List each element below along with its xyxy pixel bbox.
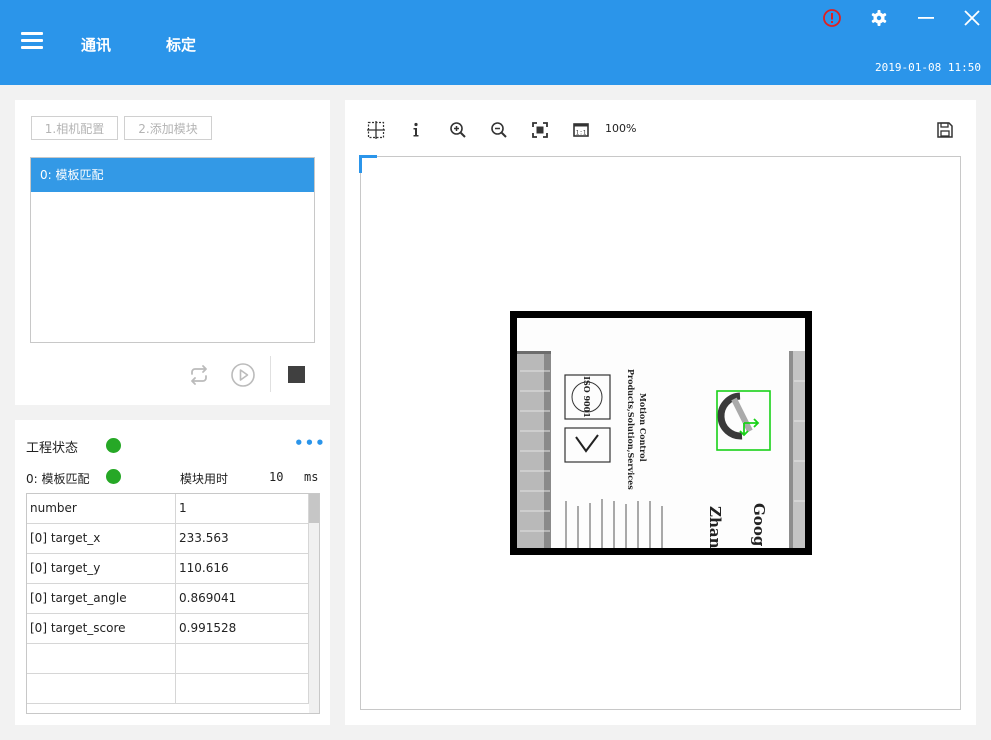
alert-icon[interactable] xyxy=(822,8,842,28)
close-icon[interactable] xyxy=(962,8,982,28)
project-status-indicator xyxy=(106,438,121,453)
save-icon[interactable] xyxy=(935,120,955,140)
table-cell-value: 233.563 xyxy=(176,524,309,553)
add-module-button[interactable]: 2.添加模块 xyxy=(124,116,212,140)
table-cell-value: 0.991528 xyxy=(176,614,309,643)
image-text-company: Goog xyxy=(750,503,768,547)
iso-stamp-text: ISO 9001 xyxy=(582,376,592,418)
more-options-icon[interactable]: ••• xyxy=(294,434,326,452)
project-status-panel: 工程状态 ••• 0: 模板匹配 模块用时 10 ms number 1 [0]… xyxy=(15,420,330,725)
datetime-display: 2019-01-08 11:50 xyxy=(875,61,981,74)
stop-icon[interactable] xyxy=(284,362,310,388)
image-text-motion-control: Motion Control xyxy=(638,393,648,462)
module-time-label: 模块用时 xyxy=(180,472,229,486)
camera-config-button[interactable]: 1.相机配置 xyxy=(31,116,118,140)
zoom-out-icon[interactable] xyxy=(489,120,509,140)
image-text-address: Zhan xyxy=(706,506,724,549)
grid-icon[interactable] xyxy=(366,120,386,140)
fit-to-window-icon[interactable] xyxy=(530,120,550,140)
svg-text:1:1: 1:1 xyxy=(576,130,587,137)
loop-run-icon[interactable] xyxy=(186,362,212,388)
zoom-in-icon[interactable] xyxy=(448,120,468,140)
table-cell-value xyxy=(176,644,309,673)
module-list: 0: 模板匹配 xyxy=(30,157,315,343)
zoom-level: 100% xyxy=(605,122,637,135)
minimize-icon[interactable] xyxy=(916,8,936,28)
module-list-item[interactable]: 0: 模板匹配 xyxy=(31,158,314,192)
table-row: [0] target_score 0.991528 xyxy=(27,614,319,644)
image-text-products: Products,Solution,Services xyxy=(626,369,636,490)
table-cell-key: [0] target_angle xyxy=(27,584,176,613)
table-scrollbar[interactable] xyxy=(309,494,319,713)
table-row: number 1 xyxy=(27,494,319,524)
table-cell-key: [0] target_score xyxy=(27,614,176,643)
table-cell-key xyxy=(27,674,176,703)
canvas-corner-marker xyxy=(359,155,377,173)
table-row: [0] target_x 233.563 xyxy=(27,524,319,554)
menu-icon[interactable] xyxy=(21,32,43,50)
table-cell-value xyxy=(176,674,309,703)
tab-calibration[interactable]: 标定 xyxy=(166,34,196,55)
module-time-value: 10 xyxy=(269,470,284,484)
table-row: [0] target_angle 0.869041 xyxy=(27,584,319,614)
image-viewer-panel: 1:1 100% ISO 9001 Motion Control Product… xyxy=(345,100,976,725)
module-time-unit: ms xyxy=(304,470,319,484)
divider xyxy=(270,356,271,392)
module-name: 0: 模板匹配 xyxy=(26,472,90,486)
table-cell-key xyxy=(27,644,176,673)
table-cell-value: 110.616 xyxy=(176,554,309,583)
image-canvas[interactable]: ISO 9001 Motion Control Products,Solutio… xyxy=(359,155,961,710)
table-row xyxy=(27,644,319,674)
info-icon[interactable] xyxy=(406,120,426,140)
play-icon[interactable] xyxy=(230,362,256,388)
flow-panel: 1.相机配置 2.添加模块 0: 模板匹配 xyxy=(15,100,330,405)
header-bar: 通讯 标定 2019-01-08 11:50 xyxy=(0,0,991,85)
status-title: 工程状态 xyxy=(26,441,79,456)
result-table: number 1 [0] target_x 233.563 [0] target… xyxy=(26,493,320,714)
table-cell-key: [0] target_y xyxy=(27,554,176,583)
tab-communication[interactable]: 通讯 xyxy=(81,34,111,55)
camera-image[interactable]: ISO 9001 Motion Control Products,Solutio… xyxy=(510,311,812,555)
table-cell-key: number xyxy=(27,494,176,523)
scrollbar-thumb[interactable] xyxy=(309,494,319,523)
table-row xyxy=(27,674,319,704)
table-cell-value: 1 xyxy=(176,494,309,523)
table-cell-key: [0] target_x xyxy=(27,524,176,553)
original-size-icon[interactable]: 1:1 xyxy=(571,120,591,140)
table-row: [0] target_y 110.616 xyxy=(27,554,319,584)
gear-icon[interactable] xyxy=(869,8,889,28)
module-status-indicator xyxy=(106,469,121,484)
table-cell-value: 0.869041 xyxy=(176,584,309,613)
